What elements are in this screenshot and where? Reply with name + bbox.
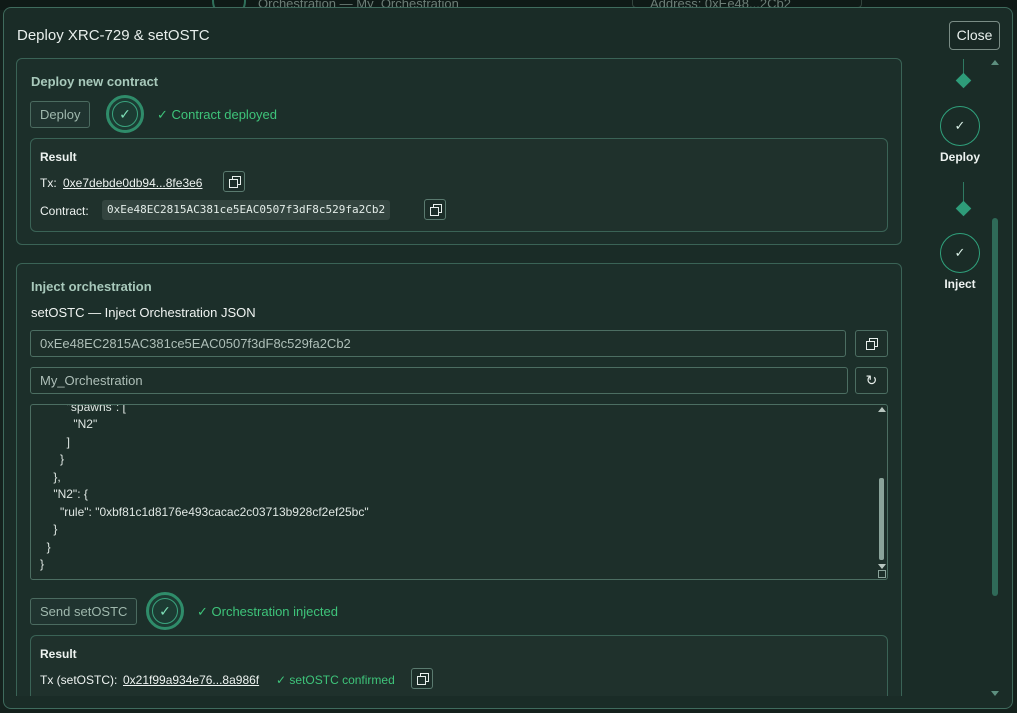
json-scrollbar[interactable] (878, 407, 886, 577)
json-line: "N2" (40, 417, 98, 431)
deploy-button[interactable]: Deploy (30, 101, 91, 128)
inject-section: Inject orchestration setOSTC — Inject Or… (16, 263, 902, 696)
copy-address-button[interactable] (855, 330, 888, 357)
deploy-section-title: Deploy new contract (31, 74, 159, 89)
deploy-result-box: Result Tx: 0xe7debde0db94...8fe3e6 Contr… (30, 138, 888, 232)
modal-scroll-content[interactable]: Deploy new contract Deploy ✓ ✓ Contract … (4, 56, 909, 696)
deploy-section: Deploy new contract Deploy ✓ ✓ Contract … (16, 58, 902, 245)
modal-scrollbar[interactable] (991, 58, 999, 698)
inject-section-title: Inject orchestration (31, 279, 152, 294)
step-deploy-label: Deploy (939, 150, 980, 164)
scroll-down-arrow-icon[interactable] (878, 564, 886, 569)
json-line: } (40, 522, 58, 536)
resize-handle-icon[interactable] (878, 570, 886, 578)
diamond-icon (955, 200, 972, 217)
copy-inject-tx-button[interactable] (411, 668, 433, 689)
scroll-up-arrow-icon[interactable] (878, 407, 886, 412)
inject-result-title: Result (40, 647, 77, 661)
progress-stepper: ✓ Deploy ✓ Inject (929, 56, 999, 316)
scroll-up-arrow-icon[interactable] (991, 60, 999, 65)
json-line: ] (40, 435, 71, 449)
close-button[interactable]: Close (949, 21, 1000, 50)
json-line: } (40, 540, 51, 554)
setostc-confirmed-text: ✓ setOSTC confirmed (276, 673, 395, 687)
copy-icon (430, 204, 442, 216)
json-line: } (40, 452, 65, 466)
json-line: } (40, 557, 45, 571)
deploy-contract-address: 0xEe48EC2815AC381ce5EAC0507f3dF8c529fa2C… (102, 200, 391, 220)
deploy-result-title: Result (40, 150, 77, 164)
copy-icon (417, 673, 429, 685)
refresh-name-button[interactable]: ↻ (855, 367, 888, 394)
deploy-status-text: ✓ Contract deployed (157, 107, 278, 122)
step-deploy-circle[interactable]: ✓ (940, 106, 980, 146)
scroll-down-arrow-icon[interactable] (991, 691, 999, 696)
step-inject-circle[interactable]: ✓ (940, 233, 980, 273)
deploy-modal: Deploy XRC-729 & setOSTC Close Deploy ne… (3, 7, 1013, 709)
modal-title: Deploy XRC-729 & setOSTC (17, 27, 210, 44)
contract-address-input[interactable]: 0xEe48EC2815AC381ce5EAC0507f3dF8c529fa2C… (30, 330, 846, 357)
inject-result-box: Result Tx (setOSTC): 0x21f99a934e76...8a… (30, 635, 888, 696)
refresh-icon: ↻ (865, 372, 878, 388)
copy-tx-button[interactable] (223, 171, 245, 192)
deploy-tx-link[interactable]: 0xe7debde0db94...8fe3e6 (63, 176, 202, 190)
step-inject-label: Inject (944, 277, 976, 291)
deploy-status-ring: ✓ (106, 95, 144, 133)
json-line: "rule": "0xbf81c1d8176e493cacac2c03713b9… (40, 505, 369, 519)
inject-subhead: setOSTC — Inject Orchestration JSON (31, 305, 256, 320)
json-line: }, (40, 470, 61, 484)
json-line: "N2": { (40, 487, 88, 501)
orchestration-json-textarea[interactable]: "spawns": [ "N2" ] } }, "N2": { "rule": … (30, 404, 888, 580)
inject-status-ring: ✓ (146, 592, 184, 630)
send-setostc-button[interactable]: Send setOSTC (30, 598, 138, 625)
check-icon: ✓ (152, 598, 178, 624)
copy-icon (865, 338, 878, 350)
orchestration-name-input[interactable]: My_Orchestration (30, 367, 848, 394)
deploy-contract-label: Contract: (40, 204, 89, 218)
modal-scrollbar-thumb[interactable] (992, 218, 998, 596)
copy-icon (229, 176, 241, 188)
deploy-tx-label: Tx: (40, 176, 57, 190)
inject-tx-link[interactable]: 0x21f99a934e76...8a986f (123, 673, 259, 687)
inject-tx-label: Tx (setOSTC): (40, 673, 118, 687)
inject-status-text: ✓ Orchestration injected (197, 604, 338, 619)
json-scrollbar-thumb[interactable] (879, 478, 884, 560)
diamond-icon (955, 72, 972, 89)
check-icon: ✓ (112, 101, 138, 127)
json-line: "spawns": [ (40, 404, 126, 414)
copy-contract-button[interactable] (424, 199, 446, 220)
